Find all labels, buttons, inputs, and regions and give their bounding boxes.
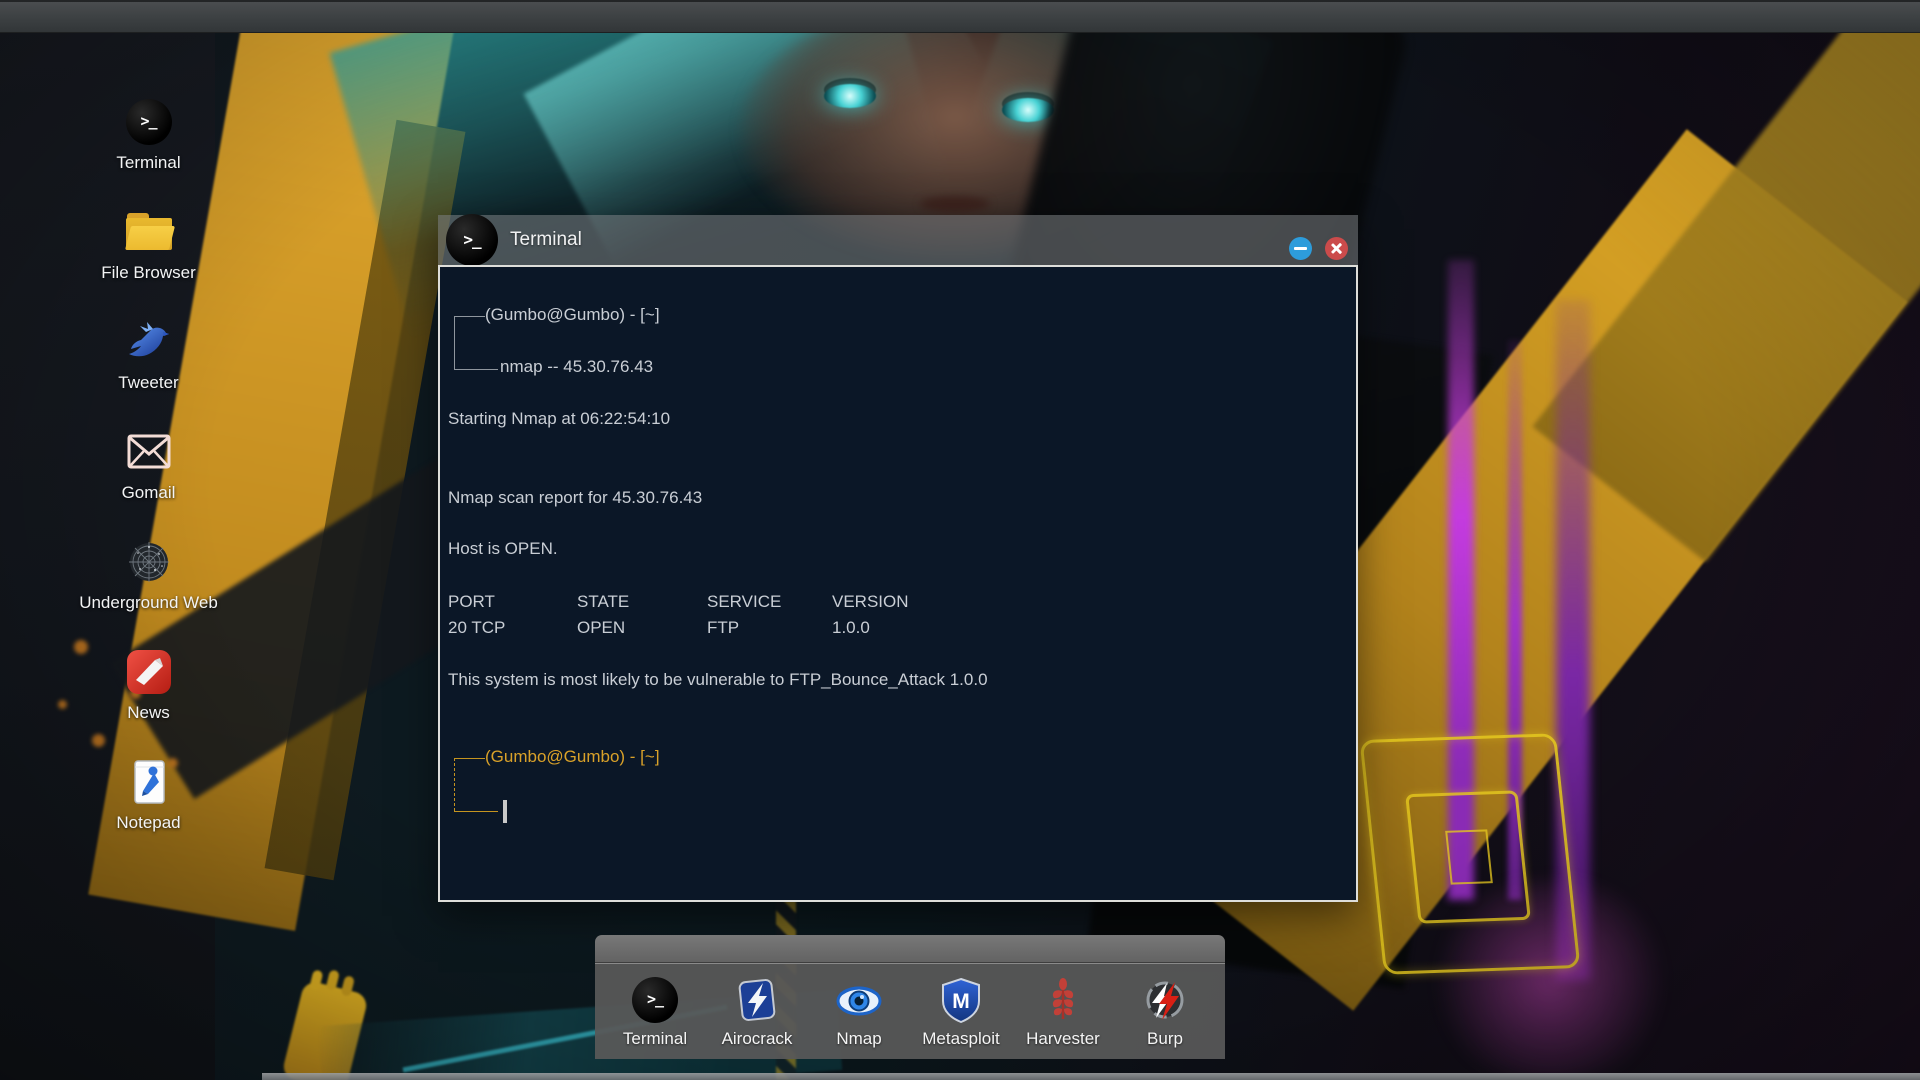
terminal-window-icon: >_ — [446, 214, 498, 266]
desktop-icon-news[interactable]: News — [86, 648, 211, 752]
close-button[interactable] — [1325, 237, 1348, 260]
terminal-icon: >_ — [632, 977, 678, 1023]
dock-item-airocrack[interactable]: Airocrack — [706, 964, 808, 1059]
wallpaper-eye-right — [1002, 98, 1054, 122]
vulnerability-line: This system is most likely to be vulnera… — [448, 670, 988, 689]
desktop-icon-label: File Browser — [101, 263, 196, 282]
lightning-burst-icon — [1141, 976, 1189, 1024]
wallpaper-magenta-streak — [1556, 300, 1590, 980]
wallpaper-neon-cube-inner — [1405, 790, 1531, 924]
wallpaper-neon-cube-outer — [1359, 733, 1581, 975]
nmap-starting-line: Starting Nmap at 06:22:54:10 — [448, 409, 671, 428]
news-icon — [125, 648, 173, 696]
dock-item-label: Terminal — [622, 1029, 688, 1048]
terminal-icon: >_ — [125, 99, 172, 145]
desktop-icon-notepad[interactable]: Notepad — [86, 758, 211, 862]
header-version: VERSION — [832, 592, 909, 611]
scan-table-row: 20 TCP OPEN FTP 1.0.0 — [448, 618, 870, 638]
prompt-command: nmap -- 45.30.76.43 — [500, 357, 654, 376]
top-system-bar — [0, 0, 1920, 33]
wallpaper-magenta-glow — [1420, 880, 1680, 1080]
desktop-icon-label: Gomail — [121, 483, 176, 502]
wallpaper-yellow-band-right-2 — [1532, 0, 1920, 563]
cell-state: OPEN — [577, 618, 626, 637]
dock-item-metasploit[interactable]: M Metasploit — [910, 964, 1012, 1059]
desktop-icon-terminal[interactable]: >_ Terminal — [86, 98, 211, 202]
dock-item-label: Metasploit — [922, 1029, 1000, 1048]
terminal-prompt-current: (Gumbo@Gumbo) - [~] — [440, 747, 1340, 839]
shield-icon: M — [937, 976, 985, 1024]
dock-item-label: Harvester — [1026, 1029, 1100, 1048]
terminal-cursor — [503, 800, 507, 823]
wallpaper-eye-left — [824, 84, 876, 108]
dock-handle-strip[interactable] — [595, 935, 1225, 963]
wallpaper-neon-cube-core — [1445, 829, 1493, 885]
dock-item-terminal[interactable]: >_ Terminal — [604, 964, 706, 1059]
prompt-tree-line — [454, 758, 455, 811]
host-status-line: Host is OPEN. — [448, 539, 558, 558]
desktop: >_ Terminal File Browser Tweeter Gomail … — [0, 0, 1920, 1080]
dock-item-nmap[interactable]: Nmap — [808, 964, 910, 1059]
terminal-window-title: Terminal — [510, 229, 582, 250]
desktop-icon-file-browser[interactable]: File Browser — [86, 208, 211, 312]
wallpaper-yellow-band-left-shadow — [264, 119, 466, 881]
wallpaper-orange-dot — [58, 700, 67, 709]
bottom-edge-strip — [262, 1073, 1920, 1080]
spiderweb-icon — [125, 538, 173, 586]
terminal-titlebar[interactable]: >_ Terminal — [438, 214, 1358, 266]
terminal-prompt-previous: (Gumbo@Gumbo) - [~] nmap -- 45.30.76.43 — [440, 305, 1340, 397]
wallpaper-magenta-streak — [1448, 260, 1474, 900]
dock-item-label: Nmap — [836, 1029, 882, 1048]
header-service: SERVICE — [707, 592, 782, 611]
dock-item-label: Burp — [1147, 1029, 1183, 1048]
folder-icon — [124, 213, 175, 251]
terminal-body[interactable]: (Gumbo@Gumbo) - [~] nmap -- 45.30.76.43 … — [438, 265, 1358, 902]
cell-version: 1.0.0 — [832, 618, 870, 637]
prompt-tree-line — [454, 811, 498, 812]
desktop-icon-label: Notepad — [116, 813, 181, 832]
airocrack-icon — [733, 976, 781, 1024]
desktop-icon-tweeter[interactable]: Tweeter — [86, 318, 211, 422]
cell-service: FTP — [707, 618, 740, 637]
desktop-icon-label: Tweeter — [118, 373, 179, 392]
desktop-icon-label: Terminal — [116, 153, 181, 172]
dock-item-harvester[interactable]: Harvester — [1012, 964, 1114, 1059]
dock-item-burp[interactable]: Burp — [1114, 964, 1216, 1059]
desktop-icon-underground-web[interactable]: Underground Web — [79, 538, 218, 642]
cell-port: 20 TCP — [448, 618, 506, 637]
wallpaper-lips — [920, 196, 990, 212]
envelope-icon — [125, 428, 173, 476]
svg-text:M: M — [952, 990, 970, 1013]
bird-icon — [125, 318, 173, 366]
prompt-user: (Gumbo@Gumbo) - [~] — [485, 747, 660, 766]
minimize-button[interactable] — [1289, 237, 1312, 260]
desktop-icon-label: News — [127, 703, 170, 722]
wallpaper-yellow-glove — [280, 979, 370, 1080]
terminal-window: >_ Terminal (Gumbo@Gumbo) - [~] nmap -- … — [438, 214, 1358, 902]
header-port: PORT — [448, 592, 495, 611]
desktop-icon-gomail[interactable]: Gomail — [86, 428, 211, 532]
prompt-tree-line — [454, 758, 485, 759]
eye-icon — [835, 976, 883, 1024]
prompt-tree-line — [454, 316, 485, 317]
header-state: STATE — [577, 592, 630, 611]
dock: >_ Terminal Airocrack Nmap M Metasploit … — [595, 963, 1225, 1059]
wallpaper-magenta-streak — [1508, 340, 1522, 900]
prompt-tree-line — [454, 316, 455, 369]
desktop-icon-label: Underground Web — [79, 593, 218, 612]
prompt-tree-line — [454, 369, 498, 370]
wheat-icon — [1039, 976, 1087, 1024]
nmap-report-line: Nmap scan report for 45.30.76.43 — [448, 488, 703, 507]
scan-table-header: PORT STATE SERVICE VERSION — [448, 592, 909, 612]
notepad-icon — [125, 758, 173, 806]
dock-item-label: Airocrack — [721, 1029, 793, 1048]
prompt-user: (Gumbo@Gumbo) - [~] — [485, 305, 660, 324]
